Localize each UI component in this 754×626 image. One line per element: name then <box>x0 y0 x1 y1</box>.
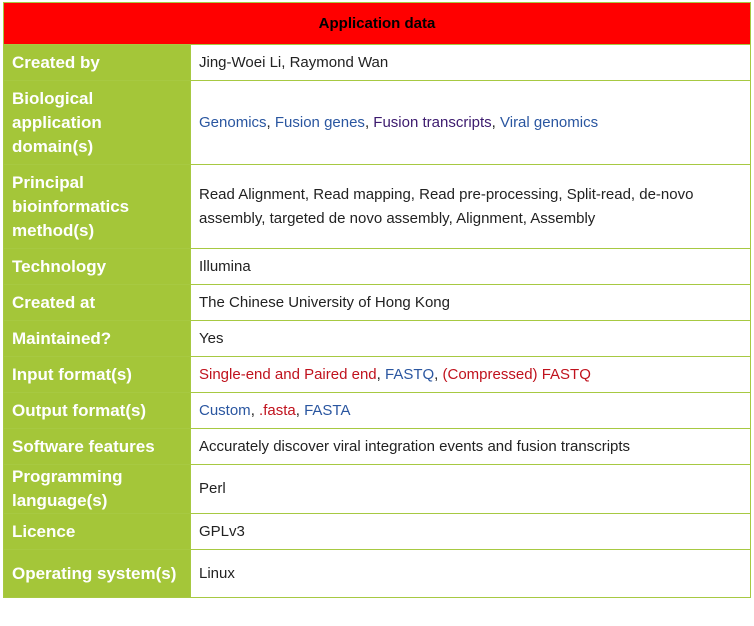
row-label: Output format(s) <box>3 392 191 429</box>
row-biological-domain: Biological application domain(s) Genomic… <box>3 80 751 165</box>
separator: , <box>250 401 260 419</box>
row-programming-language: Programming language(s) Perl <box>3 464 751 514</box>
row-value: Single-end and Paired end, FASTQ, (Compr… <box>190 356 751 393</box>
row-label: Maintained? <box>3 320 191 357</box>
row-label: Created at <box>3 284 191 321</box>
row-value: Perl <box>190 464 751 514</box>
row-value: Accurately discover viral integration ev… <box>190 428 751 465</box>
link-fusion-transcripts[interactable]: Fusion transcripts <box>373 114 491 131</box>
link-fastq[interactable]: FASTQ <box>385 366 434 383</box>
link-fusion-genes[interactable]: Fusion genes <box>275 114 365 131</box>
row-label: Operating system(s) <box>3 549 191 598</box>
row-technology: Technology Illumina <box>3 248 751 285</box>
row-label: Software features <box>3 428 191 465</box>
separator: , <box>266 113 275 131</box>
row-value: Custom, .fasta, FASTA <box>190 392 751 429</box>
row-input-formats: Input format(s) Single-end and Paired en… <box>3 356 751 393</box>
row-value: Genomics, Fusion genes, Fusion transcrip… <box>190 80 751 165</box>
row-licence: Licence GPLv3 <box>3 513 751 550</box>
link-single-paired-end[interactable]: Single-end and Paired end <box>199 366 377 383</box>
row-label: Created by <box>3 44 191 81</box>
row-label: Programming language(s) <box>3 464 191 514</box>
separator: , <box>295 401 305 419</box>
application-data-table: Application data Created by Jing-Woei Li… <box>3 2 751 598</box>
link-custom[interactable]: Custom <box>199 402 251 419</box>
separator: , <box>434 365 443 383</box>
row-software-features: Software features Accurately discover vi… <box>3 428 751 465</box>
separator: , <box>376 365 385 383</box>
link-viral-genomics[interactable]: Viral genomics <box>500 114 598 131</box>
row-label: Input format(s) <box>3 356 191 393</box>
row-label: Principal bioinformatics method(s) <box>3 164 191 249</box>
row-value: The Chinese University of Hong Kong <box>190 284 751 321</box>
row-label: Licence <box>3 513 191 550</box>
table-title: Application data <box>3 2 751 45</box>
row-value: Linux <box>190 549 751 598</box>
row-created-at: Created at The Chinese University of Hon… <box>3 284 751 321</box>
row-value: Jing-Woei Li, Raymond Wan <box>190 44 751 81</box>
row-created-by: Created by Jing-Woei Li, Raymond Wan <box>3 44 751 81</box>
link-genomics[interactable]: Genomics <box>199 114 267 131</box>
row-label: Biological application domain(s) <box>3 80 191 165</box>
row-value: Read Alignment, Read mapping, Read pre-p… <box>190 164 751 249</box>
row-label: Technology <box>3 248 191 285</box>
row-value: Yes <box>190 320 751 357</box>
header-row: Application data <box>3 2 751 45</box>
row-value: GPLv3 <box>190 513 751 550</box>
separator: , <box>491 113 500 131</box>
link-compressed-fastq[interactable]: (Compressed) FASTQ <box>443 366 591 383</box>
row-output-formats: Output format(s) Custom, .fasta, FASTA <box>3 392 751 429</box>
link-fasta[interactable]: FASTA <box>304 402 350 419</box>
row-value: Illumina <box>190 248 751 285</box>
row-maintained: Maintained? Yes <box>3 320 751 357</box>
link-fasta-ext[interactable]: .fasta <box>259 402 296 419</box>
row-bioinformatics-method: Principal bioinformatics method(s) Read … <box>3 164 751 249</box>
row-operating-system: Operating system(s) Linux <box>3 549 751 598</box>
